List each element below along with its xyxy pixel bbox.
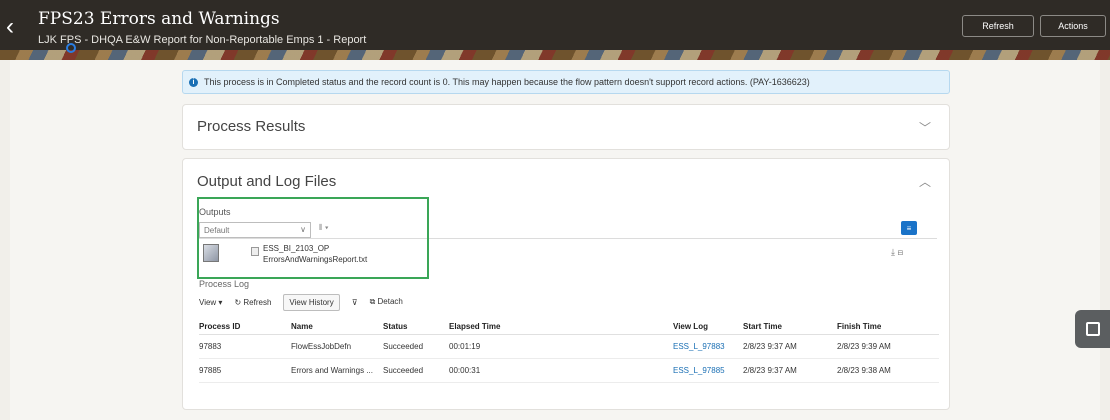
info-icon: i [189, 77, 198, 87]
cell-elapsed-time: 00:00:31 [449, 358, 673, 383]
process-results-panel[interactable]: Process Results ﹀ [182, 104, 950, 150]
output-log-panel: Output and Log Files ︿ Outputs Default ∨… [182, 158, 950, 410]
process-results-title: Process Results [197, 118, 306, 135]
banner-text: This process is in Completed status and … [204, 77, 810, 87]
actions-button[interactable]: Actions [1040, 15, 1106, 37]
cell-start-time: 2/8/23 9:37 AM [743, 358, 837, 383]
col-start-time[interactable]: Start Time [743, 319, 837, 335]
col-view-log[interactable]: View Log [673, 319, 743, 335]
panel-frame-icon [1085, 322, 1100, 336]
page-subtitle: LJK FPS - DHQA E&W Report for Non-Report… [38, 34, 367, 46]
cell-start-time: 2/8/23 9:37 AM [743, 334, 837, 359]
chevron-down-icon[interactable]: ﹀ [919, 119, 931, 136]
view-history-button[interactable]: View History [283, 293, 340, 311]
col-finish-time[interactable]: Finish Time [837, 319, 939, 335]
page-header: ‹ FPS23 Errors and Warnings LJK FPS - DH… [0, 0, 1110, 60]
cell-process-id: 97883 [199, 334, 291, 359]
filter-icon[interactable]: ⊽ [352, 298, 358, 307]
detach-button[interactable]: ⧉ Detach [370, 297, 403, 307]
side-panel-toggle-icon[interactable] [1075, 310, 1110, 348]
highlight-box [197, 197, 429, 279]
view-log-link[interactable]: ESS_L_97883 [673, 334, 743, 359]
chevron-up-icon[interactable]: ︿ [919, 173, 931, 190]
refresh-button[interactable]: Refresh [962, 15, 1034, 37]
table-header-row: Process ID Name Status Elapsed Time View… [199, 319, 939, 335]
cell-finish-time: 2/8/23 9:38 AM [837, 358, 939, 383]
cell-process-id: 97885 [199, 358, 291, 383]
back-chevron-icon[interactable]: ‹ [6, 14, 28, 40]
process-log-label: Process Log [199, 279, 250, 289]
table-row[interactable]: 97885 Errors and Warnings ... Succeeded … [199, 358, 939, 383]
refresh-log-button[interactable]: ↻ Refresh [234, 298, 271, 307]
cell-name: Errors and Warnings ... [291, 358, 383, 383]
download-icon[interactable]: ⤓ ⊟ [891, 247, 903, 258]
cell-status: Succeeded [383, 358, 449, 383]
info-banner: i This process is in Completed status an… [182, 70, 950, 94]
cell-status: Succeeded [383, 334, 449, 359]
col-name[interactable]: Name [291, 319, 383, 335]
cell-elapsed-time: 00:01:19 [449, 334, 673, 359]
output-log-title: Output and Log Files [197, 173, 337, 190]
cursor-marker-icon [66, 43, 76, 53]
process-log-toolbar: View ▾ ↻ Refresh View History ⊽ ⧉ Detach [199, 293, 403, 311]
main-content: i This process is in Completed status an… [10, 60, 1100, 420]
col-elapsed-time[interactable]: Elapsed Time [449, 319, 673, 335]
page-title: FPS23 Errors and Warnings [38, 9, 280, 29]
process-log-table: Process ID Name Status Elapsed Time View… [199, 319, 939, 383]
view-menu[interactable]: View ▾ [199, 298, 222, 307]
header-pattern [0, 50, 1110, 60]
col-process-id[interactable]: Process ID [199, 319, 291, 335]
table-row[interactable]: 97883 FlowEssJobDefn Succeeded 00:01:19 … [199, 334, 939, 359]
list-view-icon[interactable]: ≡ [901, 221, 917, 235]
cell-finish-time: 2/8/23 9:39 AM [837, 334, 939, 359]
col-status[interactable]: Status [383, 319, 449, 335]
cell-name: FlowEssJobDefn [291, 334, 383, 359]
view-log-link[interactable]: ESS_L_97885 [673, 358, 743, 383]
